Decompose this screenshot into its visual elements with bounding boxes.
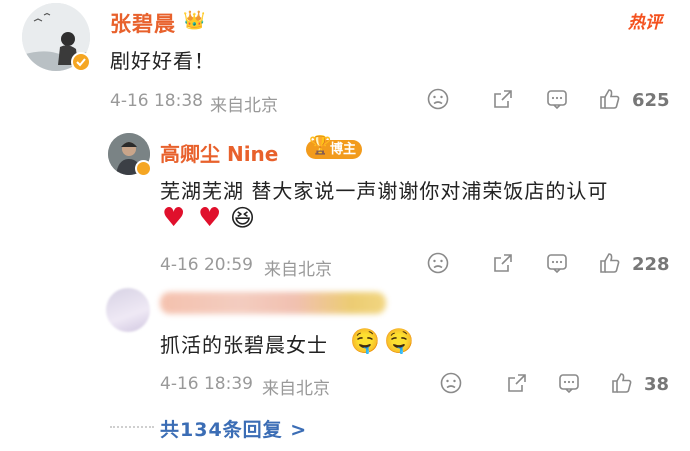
share-icon[interactable] (492, 252, 514, 280)
drooling-emoji-icon: 🤤 (384, 327, 414, 355)
like-icon[interactable] (598, 87, 622, 117)
reply-avatar[interactable] (106, 288, 150, 332)
dislike-icon[interactable] (427, 252, 449, 280)
comment-icon[interactable] (546, 88, 568, 116)
reply-time: 4-16 18:39 (160, 374, 253, 394)
dislike-icon[interactable] (427, 88, 449, 116)
comment-icon[interactable] (558, 372, 580, 400)
like-icon[interactable] (610, 371, 634, 401)
comment-location: 来自北京 (210, 96, 278, 116)
reply-text: 芜湖芜湖 替大家说一声谢谢你对浦荣饭店的认可 (160, 179, 609, 203)
excited-emoji-icon: 😆 (230, 204, 256, 232)
comment-author[interactable]: 张碧晨 (110, 8, 176, 38)
like-count: 228 (632, 254, 670, 275)
crown-icon: 👑 (183, 10, 206, 31)
share-icon[interactable] (506, 372, 528, 400)
reply-time: 4-16 20:59 (160, 255, 253, 275)
drooling-emoji-icon: 🤤 (350, 327, 380, 355)
more-replies-link[interactable]: 共134条回复 > (160, 415, 307, 442)
blogger-badge: 🏆 博主 (306, 136, 363, 159)
like-count: 625 (632, 90, 670, 111)
blogger-badge-label: 博主 (330, 142, 357, 157)
reply-text: 抓活的张碧晨女士 (160, 333, 328, 357)
hot-comment-label: 热评 (628, 13, 662, 33)
comment-icon[interactable] (546, 252, 568, 280)
like-count: 38 (644, 374, 670, 395)
divider (110, 426, 154, 428)
reply-location: 来自北京 (264, 260, 332, 280)
verified-badge-icon (135, 160, 152, 177)
heart-emoji-icon: ♥ (162, 203, 186, 233)
like-icon[interactable] (598, 251, 622, 281)
trophy-icon: 🏆 (309, 135, 332, 156)
reply-author[interactable]: 高卿尘 Nine (160, 138, 278, 167)
heart-emoji-icon: ♥ (198, 203, 222, 233)
reply-author-blurred[interactable] (160, 292, 386, 314)
reply-location: 来自北京 (262, 379, 330, 399)
comment-time: 4-16 18:38 (110, 91, 203, 111)
share-icon[interactable] (492, 88, 514, 116)
comment-text: 剧好好看！ (110, 49, 215, 73)
verified-badge-icon (71, 52, 91, 72)
dislike-icon[interactable] (440, 372, 462, 400)
